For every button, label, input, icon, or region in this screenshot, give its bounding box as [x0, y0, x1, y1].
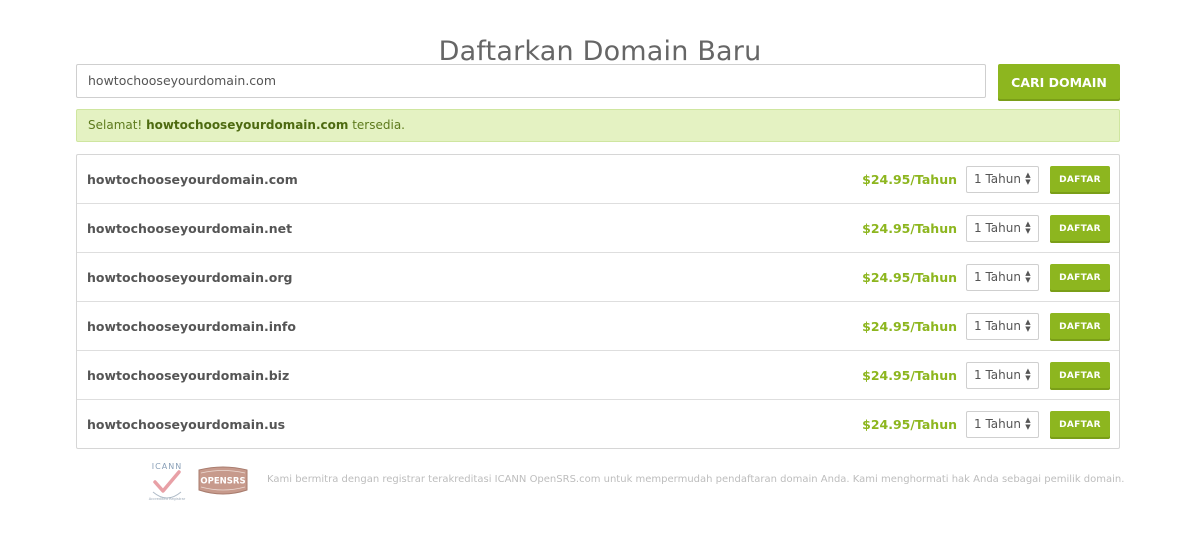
domain-result-row: howtochooseyourdomain.net $24.95/Tahun 1…	[77, 204, 1119, 253]
icann-checkmark-icon	[153, 470, 181, 493]
domain-result-row: howtochooseyourdomain.com $24.95/Tahun 1…	[77, 155, 1119, 204]
footer-text: Kami bermitra dengan registrar terakredi…	[267, 474, 1125, 485]
term-value: 1 Tahun	[974, 221, 1021, 235]
domain-name: howtochooseyourdomain.us	[87, 417, 286, 432]
domain-result-row: howtochooseyourdomain.biz $24.95/Tahun 1…	[77, 351, 1119, 400]
register-button[interactable]: DAFTAR	[1050, 411, 1110, 439]
select-arrows-icon: ▲ ▼	[1025, 171, 1031, 186]
search-bar: CARI DOMAIN	[76, 64, 1120, 101]
register-button[interactable]: DAFTAR	[1050, 362, 1110, 390]
availability-alert: Selamat! howtochooseyourdomain.com terse…	[76, 109, 1120, 142]
domain-price: $24.95/Tahun	[862, 221, 957, 236]
domain-price: $24.95/Tahun	[862, 368, 957, 383]
register-button[interactable]: DAFTAR	[1050, 313, 1110, 341]
search-domain-button[interactable]: CARI DOMAIN	[998, 64, 1120, 101]
select-arrows-icon: ▲ ▼	[1025, 318, 1031, 333]
domain-result-row: howtochooseyourdomain.org $24.95/Tahun 1…	[77, 253, 1119, 302]
term-select[interactable]: 1 Tahun ▲ ▼	[966, 362, 1039, 389]
alert-prefix: Selamat!	[88, 118, 147, 132]
alert-domain: howtochooseyourdomain.com	[146, 118, 349, 132]
select-arrows-icon: ▲ ▼	[1025, 367, 1031, 382]
register-button[interactable]: DAFTAR	[1050, 166, 1110, 194]
term-value: 1 Tahun	[974, 417, 1021, 431]
select-arrows-icon: ▲ ▼	[1025, 416, 1031, 431]
footer: ICANN Accredited Registrar OPENSRS Kami …	[145, 460, 1125, 502]
select-arrows-icon: ▲ ▼	[1025, 220, 1031, 235]
term-value: 1 Tahun	[974, 319, 1021, 333]
term-value: 1 Tahun	[974, 270, 1021, 284]
domain-result-row: howtochooseyourdomain.info $24.95/Tahun …	[77, 302, 1119, 351]
domain-price: $24.95/Tahun	[862, 270, 957, 285]
register-button[interactable]: DAFTAR	[1050, 215, 1110, 243]
icann-logo-text: ICANN	[152, 462, 182, 471]
term-select[interactable]: 1 Tahun ▲ ▼	[966, 313, 1039, 340]
domain-price: $24.95/Tahun	[862, 417, 957, 432]
domain-price: $24.95/Tahun	[862, 319, 957, 334]
term-select[interactable]: 1 Tahun ▲ ▼	[966, 264, 1039, 291]
domain-name: howtochooseyourdomain.org	[87, 270, 293, 285]
domain-search-input[interactable]	[76, 64, 986, 98]
domain-results-list: howtochooseyourdomain.com $24.95/Tahun 1…	[76, 154, 1120, 449]
domain-price: $24.95/Tahun	[862, 172, 957, 187]
domain-name: howtochooseyourdomain.info	[87, 319, 296, 334]
domain-name: howtochooseyourdomain.biz	[87, 368, 290, 383]
domain-name: howtochooseyourdomain.net	[87, 221, 293, 236]
opensrs-badge-icon: OPENSRS	[198, 466, 248, 495]
domain-result-row: howtochooseyourdomain.us $24.95/Tahun 1 …	[77, 400, 1119, 448]
term-select[interactable]: 1 Tahun ▲ ▼	[966, 215, 1039, 242]
icann-logo-subtext: Accredited Registrar	[149, 497, 186, 501]
opensrs-logo-text: OPENSRS	[200, 477, 245, 487]
page-title: Daftarkan Domain Baru	[438, 36, 762, 68]
term-select[interactable]: 1 Tahun ▲ ▼	[966, 411, 1039, 438]
term-select[interactable]: 1 Tahun ▲ ▼	[966, 166, 1039, 193]
alert-suffix: tersedia.	[348, 118, 405, 132]
term-value: 1 Tahun	[974, 172, 1021, 186]
register-button[interactable]: DAFTAR	[1050, 264, 1110, 292]
icann-logo: ICANN Accredited Registrar	[149, 462, 186, 501]
select-arrows-icon: ▲ ▼	[1025, 269, 1031, 284]
term-value: 1 Tahun	[974, 368, 1021, 382]
domain-name: howtochooseyourdomain.com	[87, 172, 298, 187]
